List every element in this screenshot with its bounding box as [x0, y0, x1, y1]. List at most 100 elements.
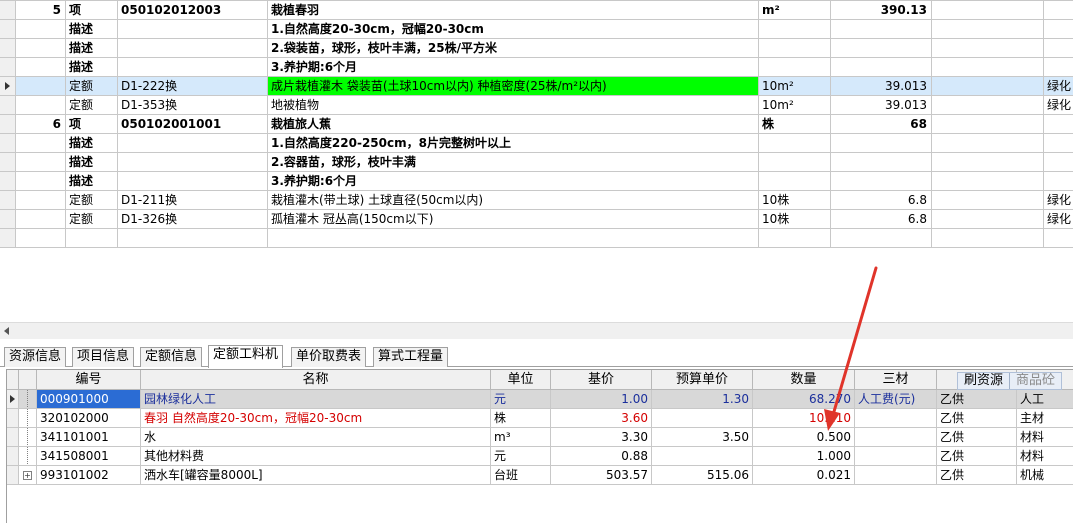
row-header[interactable] [0, 191, 16, 210]
resource-budget-price[interactable] [652, 409, 753, 428]
commercial-concrete-button[interactable]: 商品砼 [1009, 373, 1061, 389]
resource-category[interactable]: 材料 [1017, 447, 1073, 466]
resource-name[interactable]: 水 [141, 428, 491, 447]
row-header[interactable] [0, 39, 16, 58]
resource-quantity[interactable]: 10.210 [753, 409, 855, 428]
resource-unit[interactable]: 台班 [491, 466, 551, 485]
resource-supply[interactable]: 乙供 [937, 409, 1017, 428]
resource-row[interactable]: 341101001 水 m³ 3.30 3.50 0.500 乙供 材料 [7, 428, 1073, 447]
resource-row[interactable]: + 993101002 洒水车[罐容量8000L] 台班 503.57 515.… [7, 466, 1073, 485]
tab-quota-labor-material[interactable]: 定额工料机 [208, 345, 284, 368]
resource-budget-price[interactable] [652, 447, 753, 466]
resource-supply[interactable]: 乙供 [937, 466, 1017, 485]
resource-three-materials[interactable] [855, 428, 937, 447]
resource-row[interactable]: 341508001 其他材料费 元 0.88 1.000 乙供 材料 [7, 447, 1073, 466]
header-three-materials[interactable]: 三材 [855, 370, 937, 390]
row-header[interactable] [0, 229, 16, 248]
row-header[interactable] [0, 58, 16, 77]
resource-supply[interactable]: 乙供 [937, 447, 1017, 466]
row-header[interactable] [7, 428, 19, 447]
grid-row-empty[interactable] [0, 229, 1073, 248]
resource-code[interactable]: 341508001 [37, 447, 141, 466]
resource-unit[interactable]: 元 [491, 447, 551, 466]
row-header[interactable] [0, 1, 16, 20]
resource-base-price[interactable]: 3.30 [551, 428, 652, 447]
header-code[interactable]: 编号 [37, 370, 141, 390]
resource-name[interactable]: 春羽 自然高度20-30cm，冠幅20-30cm [141, 409, 491, 428]
header-unit[interactable]: 单位 [491, 370, 551, 390]
row-header[interactable] [0, 153, 16, 172]
resource-name[interactable]: 其他材料费 [141, 447, 491, 466]
grid-row[interactable]: 描述 3.养护期:6个月 [0, 58, 1073, 77]
row-header[interactable] [0, 115, 16, 134]
grid-row[interactable]: 定额 D1-211换 栽植灌木(带土球) 土球直径(50cm以内) 10株 6.… [0, 191, 1073, 210]
header-budget-price[interactable]: 预算单价 [652, 370, 753, 390]
resource-unit[interactable]: m³ [491, 428, 551, 447]
row-name[interactable]: 成片栽植灌木 袋装苗(土球10cm以内) 种植密度(25株/m²以内) [268, 77, 759, 96]
grid-row[interactable]: 描述 3.养护期:6个月 [0, 172, 1073, 191]
resource-category[interactable]: 材料 [1017, 428, 1073, 447]
resource-base-price[interactable]: 3.60 [551, 409, 652, 428]
header-quantity[interactable]: 数量 [753, 370, 855, 390]
tab-resource-info[interactable]: 资源信息 [4, 347, 67, 367]
resource-supply[interactable]: 乙供 [937, 390, 1017, 409]
tab-formula-quantity[interactable]: 算式工程量 [373, 347, 449, 367]
resource-three-materials[interactable] [855, 466, 937, 485]
refresh-resources-button[interactable]: 刷资源 [958, 373, 1009, 389]
resource-three-materials[interactable]: 人工费(元) [855, 390, 937, 409]
resource-quantity[interactable]: 0.021 [753, 466, 855, 485]
resource-budget-price[interactable]: 3.50 [652, 428, 753, 447]
resource-three-materials[interactable] [855, 447, 937, 466]
tab-quota-info[interactable]: 定额信息 [140, 347, 203, 367]
row-header[interactable] [0, 20, 16, 39]
row-header[interactable] [0, 134, 16, 153]
resource-unit[interactable]: 株 [491, 409, 551, 428]
resource-code[interactable]: 000901000 [37, 390, 141, 409]
expand-plus-icon[interactable]: + [23, 471, 32, 480]
resource-name[interactable]: 园林绿化人工 [141, 390, 491, 409]
resource-supply[interactable]: 乙供 [937, 428, 1017, 447]
resource-budget-price[interactable]: 515.06 [652, 466, 753, 485]
grid-row[interactable]: 定额 D1-326换 孤植灌木 冠丛高(150cm以下) 10株 6.8 绿化 [0, 210, 1073, 229]
resource-category[interactable]: 人工 [1017, 390, 1073, 409]
row-header[interactable] [7, 409, 19, 428]
grid-row-selected[interactable]: 定额 D1-222换 成片栽植灌木 袋装苗(土球10cm以内) 种植密度(25株… [0, 77, 1073, 96]
resource-code[interactable]: 993101002 [37, 466, 141, 485]
grid-row[interactable]: 描述 1.自然高度20-30cm，冠幅20-30cm [0, 20, 1073, 39]
row-header[interactable] [0, 77, 16, 96]
tab-unit-price-fee[interactable]: 单价取费表 [291, 347, 367, 367]
grid-row[interactable]: 描述 2.容器苗，球形，枝叶丰满 [0, 153, 1073, 172]
resource-category[interactable]: 机械 [1017, 466, 1073, 485]
resource-quantity[interactable]: 0.500 [753, 428, 855, 447]
resource-category[interactable]: 主材 [1017, 409, 1073, 428]
row-header[interactable] [7, 447, 19, 466]
header-name[interactable]: 名称 [141, 370, 491, 390]
grid-row[interactable]: 5 项 050102012003 栽植春羽 m² 390.13 [0, 1, 1073, 20]
resource-name[interactable]: 洒水车[罐容量8000L] [141, 466, 491, 485]
resource-row[interactable]: 320102000 春羽 自然高度20-30cm，冠幅20-30cm 株 3.6… [7, 409, 1073, 428]
header-base-price[interactable]: 基价 [551, 370, 652, 390]
horizontal-scrollbar[interactable] [0, 322, 1073, 339]
grid-row[interactable]: 6 项 050102001001 栽植旅人蕉 株 68 [0, 115, 1073, 134]
grid-row[interactable]: 描述 1.自然高度220-250cm，8片完整树叶以上 [0, 134, 1073, 153]
resource-base-price[interactable]: 503.57 [551, 466, 652, 485]
resource-budget-price[interactable]: 1.30 [652, 390, 753, 409]
resource-quantity[interactable]: 1.000 [753, 447, 855, 466]
resource-base-price[interactable]: 1.00 [551, 390, 652, 409]
row-header[interactable] [0, 172, 16, 191]
resource-row-selected[interactable]: 000901000 园林绿化人工 元 1.00 1.30 68.270 人工费(… [7, 390, 1073, 409]
resource-three-materials[interactable] [855, 409, 937, 428]
scroll-left-icon[interactable] [4, 327, 9, 335]
row-header[interactable] [0, 210, 16, 229]
resource-base-price[interactable]: 0.88 [551, 447, 652, 466]
resource-quantity[interactable]: 68.270 [753, 390, 855, 409]
grid-row[interactable]: 定额 D1-353换 地被植物 10m² 39.013 绿化 [0, 96, 1073, 115]
resource-unit[interactable]: 元 [491, 390, 551, 409]
tab-project-info[interactable]: 项目信息 [72, 347, 135, 367]
row-header[interactable] [7, 466, 19, 485]
resource-code[interactable]: 341101001 [37, 428, 141, 447]
row-header[interactable] [7, 390, 19, 409]
row-header[interactable] [0, 96, 16, 115]
resource-code[interactable]: 320102000 [37, 409, 141, 428]
grid-row[interactable]: 描述 2.袋装苗，球形，枝叶丰满，25株/平方米 [0, 39, 1073, 58]
